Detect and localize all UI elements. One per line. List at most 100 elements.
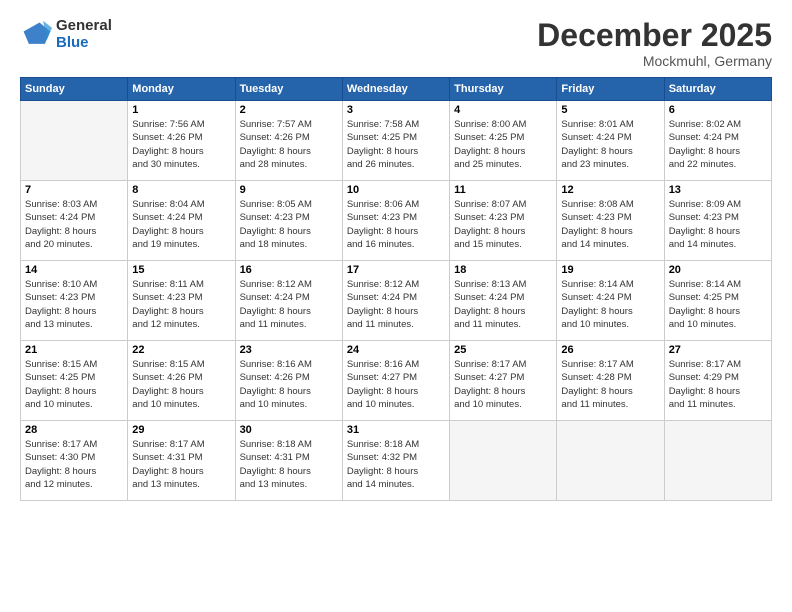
day-cell: 26 Sunrise: 8:17 AM Sunset: 4:28 PM Dayli… (557, 341, 664, 421)
col-header-wednesday: Wednesday (342, 78, 449, 101)
day-number: 10 (347, 184, 445, 196)
week-row-0: 1 Sunrise: 7:56 AM Sunset: 4:26 PM Daylig… (21, 101, 772, 181)
day-cell: 3Sunrise: 7:58 AM Sunset: 4:25 PM Daylig… (342, 101, 449, 181)
day-info: Sunrise: 8:02 AM Sunset: 4:24 PM Dayligh… (669, 118, 767, 171)
day-cell: 31Sunrise: 8:18 AM Sunset: 4:32 PM Dayli… (342, 421, 449, 501)
day-number: 14 (25, 264, 123, 276)
day-number: 7 (25, 184, 123, 196)
logo: General Blue (20, 18, 112, 51)
day-info: Sunrise: 8:11 AM Sunset: 4:23 PM Dayligh… (132, 278, 230, 331)
day-info: Sunrise: 8:14 AM Sunset: 4:24 PM Dayligh… (561, 278, 659, 331)
day-cell: 17 Sunrise: 8:12 AM Sunset: 4:24 PM Dayli… (342, 261, 449, 341)
day-info: Sunrise: 8:00 AM Sunset: 4:25 PM Dayligh… (454, 118, 552, 171)
month-title: December 2025 (537, 18, 772, 53)
day-info: Sunrise: 8:15 AM Sunset: 4:26 PM Dayligh… (132, 358, 230, 411)
day-number: 31 (347, 424, 445, 436)
day-cell: 8Sunrise: 8:04 AM Sunset: 4:24 PM Daylig… (128, 181, 235, 261)
week-row-1: 7 Sunrise: 8:03 AM Sunset: 4:24 PM Daylig… (21, 181, 772, 261)
day-cell: 28Sunrise: 8:17 AM Sunset: 4:30 PM Dayli… (21, 421, 128, 501)
day-number: 27 (669, 344, 767, 356)
day-cell: 27 Sunrise: 8:17 AM Sunset: 4:29 PM Dayli… (664, 341, 771, 421)
logo-line1: General (56, 18, 112, 35)
day-info: Sunrise: 8:03 AM Sunset: 4:24 PM Dayligh… (25, 198, 123, 251)
day-cell: 2Sunrise: 7:57 AM Sunset: 4:26 PM Daylig… (235, 101, 342, 181)
day-cell: 12 Sunrise: 8:08 AM Sunset: 4:23 PM Dayli… (557, 181, 664, 261)
day-number: 24 (347, 344, 445, 356)
title-block: December 2025 Mockmuhl, Germany (537, 18, 772, 69)
day-cell: 30Sunrise: 8:18 AM Sunset: 4:31 PM Dayli… (235, 421, 342, 501)
day-number: 30 (240, 424, 338, 436)
day-cell: 9 Sunrise: 8:05 AM Sunset: 4:23 PM Daylig… (235, 181, 342, 261)
day-info: Sunrise: 8:17 AM Sunset: 4:31 PM Dayligh… (132, 438, 230, 491)
day-info: Sunrise: 8:08 AM Sunset: 4:23 PM Dayligh… (561, 198, 659, 251)
day-cell: 10 Sunrise: 8:06 AM Sunset: 4:23 PM Dayli… (342, 181, 449, 261)
day-info: Sunrise: 8:04 AM Sunset: 4:24 PM Dayligh… (132, 198, 230, 251)
calendar-header-row: SundayMondayTuesdayWednesdayThursdayFrid… (21, 78, 772, 101)
day-info: Sunrise: 8:09 AM Sunset: 4:23 PM Dayligh… (669, 198, 767, 251)
day-info: Sunrise: 8:13 AM Sunset: 4:24 PM Dayligh… (454, 278, 552, 331)
day-number: 18 (454, 264, 552, 276)
day-info: Sunrise: 8:17 AM Sunset: 4:27 PM Dayligh… (454, 358, 552, 411)
day-number: 11 (454, 184, 552, 196)
day-info: Sunrise: 8:16 AM Sunset: 4:26 PM Dayligh… (240, 358, 338, 411)
col-header-thursday: Thursday (450, 78, 557, 101)
day-number: 4 (454, 104, 552, 116)
day-number: 17 (347, 264, 445, 276)
day-cell: 16Sunrise: 8:12 AM Sunset: 4:24 PM Dayli… (235, 261, 342, 341)
day-info: Sunrise: 7:57 AM Sunset: 4:26 PM Dayligh… (240, 118, 338, 171)
day-cell: 18 Sunrise: 8:13 AM Sunset: 4:24 PM Dayli… (450, 261, 557, 341)
day-info: Sunrise: 8:16 AM Sunset: 4:27 PM Dayligh… (347, 358, 445, 411)
day-number: 16 (240, 264, 338, 276)
logo-line2: Blue (56, 35, 112, 52)
day-cell: 25 Sunrise: 8:17 AM Sunset: 4:27 PM Dayli… (450, 341, 557, 421)
day-number: 9 (240, 184, 338, 196)
day-number: 5 (561, 104, 659, 116)
day-cell: 7 Sunrise: 8:03 AM Sunset: 4:24 PM Daylig… (21, 181, 128, 261)
day-info: Sunrise: 8:14 AM Sunset: 4:25 PM Dayligh… (669, 278, 767, 331)
day-cell: 13Sunrise: 8:09 AM Sunset: 4:23 PM Dayli… (664, 181, 771, 261)
day-info: Sunrise: 7:56 AM Sunset: 4:26 PM Dayligh… (132, 118, 230, 171)
day-cell: 6Sunrise: 8:02 AM Sunset: 4:24 PM Daylig… (664, 101, 771, 181)
day-cell: 22 Sunrise: 8:15 AM Sunset: 4:26 PM Dayli… (128, 341, 235, 421)
day-number: 1 (132, 104, 230, 116)
day-number: 15 (132, 264, 230, 276)
day-cell: 4 Sunrise: 8:00 AM Sunset: 4:25 PM Daylig… (450, 101, 557, 181)
day-info: Sunrise: 8:12 AM Sunset: 4:24 PM Dayligh… (347, 278, 445, 331)
day-info: Sunrise: 8:15 AM Sunset: 4:25 PM Dayligh… (25, 358, 123, 411)
week-row-4: 28Sunrise: 8:17 AM Sunset: 4:30 PM Dayli… (21, 421, 772, 501)
col-header-monday: Monday (128, 78, 235, 101)
day-cell: 11 Sunrise: 8:07 AM Sunset: 4:23 PM Dayli… (450, 181, 557, 261)
location: Mockmuhl, Germany (537, 53, 772, 69)
day-info: Sunrise: 8:06 AM Sunset: 4:23 PM Dayligh… (347, 198, 445, 251)
day-info: Sunrise: 8:17 AM Sunset: 4:29 PM Dayligh… (669, 358, 767, 411)
day-number: 29 (132, 424, 230, 436)
day-cell: 24 Sunrise: 8:16 AM Sunset: 4:27 PM Dayli… (342, 341, 449, 421)
logo-icon (20, 19, 52, 51)
col-header-sunday: Sunday (21, 78, 128, 101)
day-info: Sunrise: 8:01 AM Sunset: 4:24 PM Dayligh… (561, 118, 659, 171)
day-number: 12 (561, 184, 659, 196)
day-number: 19 (561, 264, 659, 276)
day-cell: 19 Sunrise: 8:14 AM Sunset: 4:24 PM Dayli… (557, 261, 664, 341)
day-number: 28 (25, 424, 123, 436)
day-number: 22 (132, 344, 230, 356)
day-cell (21, 101, 128, 181)
day-number: 25 (454, 344, 552, 356)
header: General Blue December 2025 Mockmuhl, Ger… (20, 18, 772, 69)
day-cell (664, 421, 771, 501)
col-header-tuesday: Tuesday (235, 78, 342, 101)
week-row-3: 21Sunrise: 8:15 AM Sunset: 4:25 PM Dayli… (21, 341, 772, 421)
day-number: 26 (561, 344, 659, 356)
day-number: 20 (669, 264, 767, 276)
day-info: Sunrise: 8:10 AM Sunset: 4:23 PM Dayligh… (25, 278, 123, 331)
day-cell (557, 421, 664, 501)
day-cell: 15 Sunrise: 8:11 AM Sunset: 4:23 PM Dayli… (128, 261, 235, 341)
day-info: Sunrise: 7:58 AM Sunset: 4:25 PM Dayligh… (347, 118, 445, 171)
day-info: Sunrise: 8:05 AM Sunset: 4:23 PM Dayligh… (240, 198, 338, 251)
day-info: Sunrise: 8:07 AM Sunset: 4:23 PM Dayligh… (454, 198, 552, 251)
day-cell: 1 Sunrise: 7:56 AM Sunset: 4:26 PM Daylig… (128, 101, 235, 181)
week-row-2: 14 Sunrise: 8:10 AM Sunset: 4:23 PM Dayli… (21, 261, 772, 341)
day-info: Sunrise: 8:17 AM Sunset: 4:28 PM Dayligh… (561, 358, 659, 411)
col-header-saturday: Saturday (664, 78, 771, 101)
page: General Blue December 2025 Mockmuhl, Ger… (0, 0, 792, 612)
